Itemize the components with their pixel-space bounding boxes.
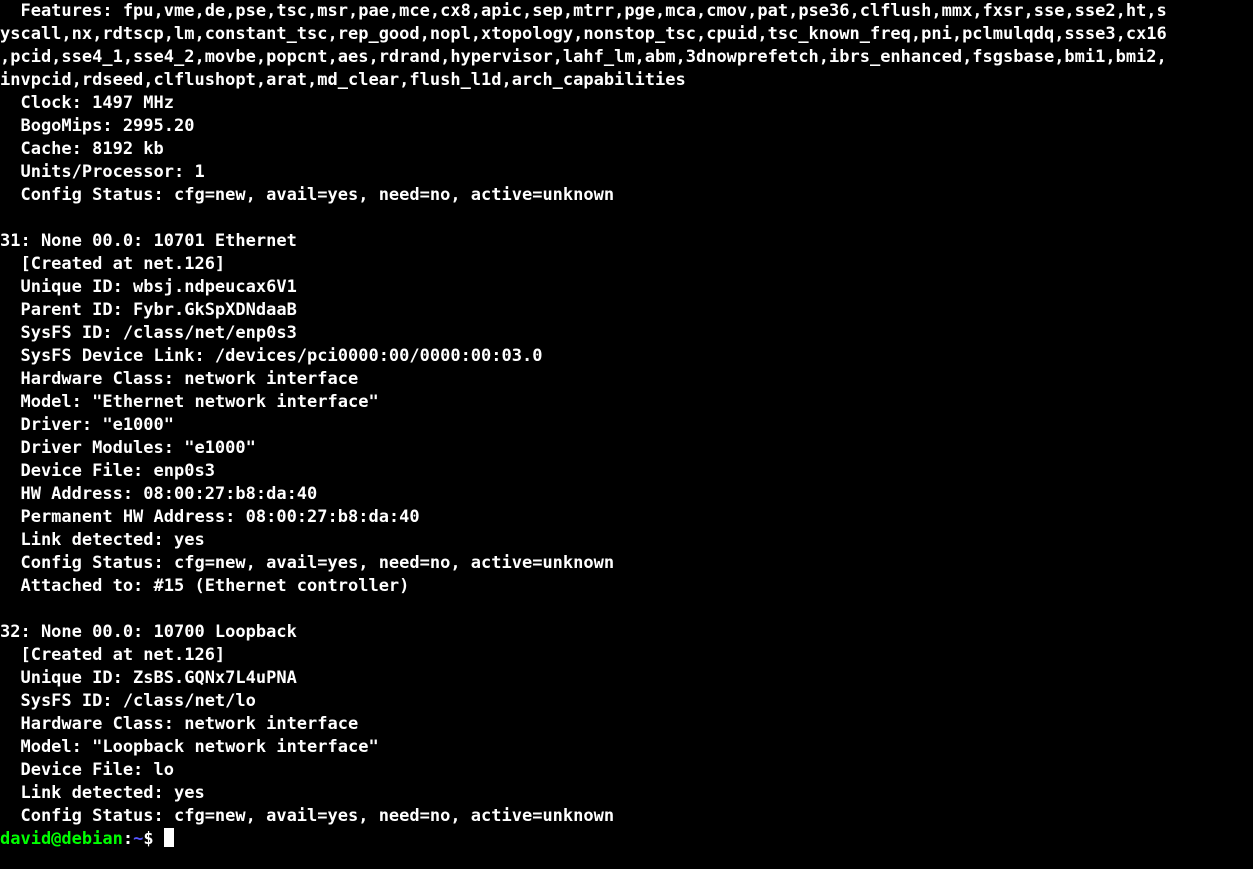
prompt-user-host: david@debian	[0, 829, 123, 849]
cursor-block[interactable]	[164, 828, 174, 847]
prompt-dollar: $	[143, 829, 163, 849]
prompt-path: ~	[133, 829, 143, 849]
prompt-colon: :	[123, 829, 133, 849]
terminal-output: Features: fpu,vme,de,pse,tsc,msr,pae,mce…	[0, 0, 1253, 828]
terminal-viewport[interactable]: Features: fpu,vme,de,pse,tsc,msr,pae,mce…	[0, 0, 1253, 851]
